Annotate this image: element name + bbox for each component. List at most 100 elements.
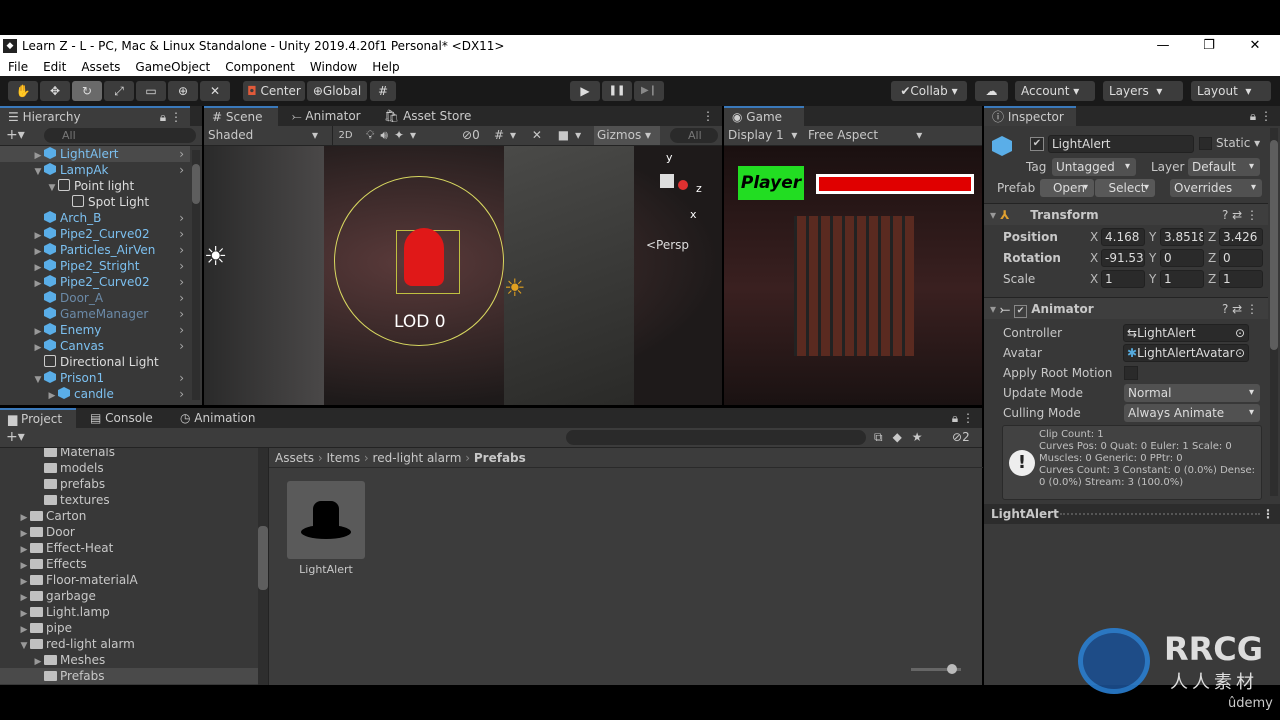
tab-asset-store[interactable]: 🛍︎ Asset Store [376, 106, 479, 126]
add-button[interactable]: +▾ [6, 126, 25, 144]
hierarchy-item[interactable]: Spot Light [0, 194, 190, 210]
hierarchy-item[interactable]: ▶ Canvas › [0, 338, 190, 354]
open-prefab-chevron-icon[interactable]: › [179, 338, 184, 354]
filter-icons[interactable]: ⧉◆★ [874, 428, 933, 447]
step-button[interactable]: ▶❙ [634, 81, 664, 101]
transform-tool-icon[interactable]: ⊕ [168, 81, 198, 101]
tab-scene[interactable]: # Scene [204, 106, 278, 126]
foldout-arrow-icon[interactable]: ▶ [32, 260, 44, 274]
rotation-z-input[interactable]: 0 [1219, 249, 1263, 267]
foldout-arrow-icon[interactable]: ▶ [32, 324, 44, 338]
hierarchy-item[interactable]: ▶ Pipe2_Stright › [0, 258, 190, 274]
component-menu-icons[interactable]: ? ⇄ ⋮ [1222, 204, 1258, 226]
folder-item[interactable]: ▶ Effect-Heat [0, 540, 258, 556]
more-menu-icon[interactable]: ⋮ [1262, 504, 1274, 524]
menu-window[interactable]: Window [302, 60, 364, 74]
custom-tool-icon[interactable]: ✕ [200, 81, 230, 101]
breadcrumb-items[interactable]: Items [327, 451, 361, 465]
rotate-tool-icon[interactable]: ↻ [72, 81, 102, 101]
rotation-x-input[interactable]: -91.53 [1101, 249, 1145, 267]
hierarchy-item[interactable]: Directional Light [0, 354, 190, 370]
cloud-icon[interactable]: ☁ [975, 81, 1008, 101]
folder-item[interactable]: ▶ garbage [0, 588, 258, 604]
tab-console[interactable]: ▤ Console [82, 408, 161, 428]
move-tool-icon[interactable]: ✥ [40, 81, 70, 101]
perspective-label[interactable]: <Persp [646, 238, 689, 252]
hierarchy-item[interactable]: ▶ Pipe2_Curve02 › [0, 274, 190, 290]
scene-viewport[interactable]: LOD 0 ☀ ☀ y z x <Persp [204, 146, 722, 405]
pause-button[interactable]: ❚❚ [602, 81, 632, 101]
transform-header[interactable]: ▾ ⅄ Transform? ⇄ ⋮ [984, 203, 1268, 225]
object-picker-icon[interactable]: ⊙ [1235, 325, 1245, 341]
asset-lightalert[interactable]: LightAlert [287, 481, 365, 581]
folder-item[interactable]: ▶ Door [0, 524, 258, 540]
play-button[interactable]: ▶ [570, 81, 600, 101]
close-button[interactable]: ✕ [1232, 35, 1278, 57]
scale-tool-icon[interactable]: ⤢ [104, 81, 134, 101]
open-prefab-chevron-icon[interactable]: › [179, 274, 184, 290]
position-z-input[interactable]: 3.426 [1219, 228, 1263, 246]
open-prefab-chevron-icon[interactable]: › [179, 370, 184, 386]
open-prefab-chevron-icon[interactable]: › [179, 146, 184, 162]
folder-item[interactable]: ▼ red-light alarm [0, 636, 258, 652]
object-name-input[interactable]: LightAlert [1048, 135, 1194, 153]
tab-inspector[interactable]: ⓘ Inspector [984, 106, 1076, 126]
menu-component[interactable]: Component [217, 60, 302, 74]
tree-scrollbar[interactable] [258, 448, 268, 685]
pivot-center-button[interactable]: ◘ Center [243, 81, 305, 101]
static-dropdown[interactable]: Static ▾ [1216, 136, 1260, 150]
menu-help[interactable]: Help [364, 60, 406, 74]
hierarchy-item[interactable]: ▼ Point light [0, 178, 190, 194]
aspect-dropdown[interactable]: Free Aspect ▾ [808, 126, 922, 145]
update-mode-dropdown[interactable]: Normal [1124, 384, 1260, 402]
pivot-global-button[interactable]: ⊕Global [307, 81, 367, 101]
hidden-objects-toggle[interactable]: ⊘0 [462, 126, 480, 145]
foldout-arrow-icon[interactable]: ▶ [32, 148, 44, 162]
create-button[interactable]: +▾ [6, 428, 25, 446]
scene-search-input[interactable]: All [670, 128, 718, 143]
icon-size-slider[interactable] [911, 664, 961, 674]
open-prefab-chevron-icon[interactable]: › [179, 162, 184, 178]
scale-x-input[interactable]: 1 [1101, 270, 1145, 288]
menu-file[interactable]: File [0, 60, 35, 74]
foldout-arrow-icon[interactable]: ▶ [32, 228, 44, 242]
breadcrumb-red-light-alarm[interactable]: red-light alarm [373, 451, 462, 465]
folder-item[interactable]: ▶ Effects [0, 556, 258, 572]
folder-item[interactable]: ▶ Light.lamp [0, 604, 258, 620]
hierarchy-item[interactable]: ▶ Pipe2_Curve02 › [0, 226, 190, 242]
display-dropdown[interactable]: Display 1 ▾ [728, 126, 797, 145]
hierarchy-item[interactable]: GameManager › [0, 306, 190, 322]
animator-header[interactable]: ▾ ⤚ ✔ Animator? ⇄ ⋮ [984, 297, 1268, 319]
open-prefab-chevron-icon[interactable]: › [179, 210, 184, 226]
scale-y-input[interactable]: 1 [1160, 270, 1204, 288]
avatar-field[interactable]: ✱LightAlertAvatar ⊙ [1123, 344, 1249, 362]
breadcrumb-prefabs[interactable]: Prefabs [474, 451, 526, 465]
game-viewport[interactable]: Player [724, 146, 982, 405]
hierarchy-item[interactable]: Door_A › [0, 290, 190, 306]
layers-dropdown[interactable]: Layers ▾ [1103, 81, 1183, 101]
tab-project[interactable]: ▆ Project [0, 408, 76, 428]
scale-z-input[interactable]: 1 [1219, 270, 1263, 288]
foldout-arrow-icon[interactable]: ▼ [32, 164, 44, 178]
more-menu-icon[interactable]: ⋮ [694, 106, 722, 126]
hierarchy-item[interactable]: ▼ LampAk › [0, 162, 190, 178]
open-prefab-chevron-icon[interactable]: › [179, 290, 184, 306]
animator-enabled-checkbox[interactable]: ✔ [1014, 305, 1028, 318]
hand-tool-icon[interactable]: ✋ [8, 81, 38, 101]
hierarchy-item[interactable]: ▼ Prison1 › [0, 370, 190, 386]
folder-item[interactable]: textures [0, 492, 258, 508]
open-prefab-chevron-icon[interactable]: › [179, 386, 184, 402]
rotation-y-input[interactable]: 0 [1160, 249, 1204, 267]
tab-game[interactable]: ◉ Game [724, 106, 804, 126]
static-checkbox[interactable] [1199, 137, 1212, 150]
component-menu-icons[interactable]: ? ⇄ ⋮ [1222, 298, 1258, 320]
tab-hierarchy[interactable]: ☰ Hierarchy 🔒︎ ⋮ [0, 106, 190, 126]
open-prefab-chevron-icon[interactable]: › [179, 258, 184, 274]
folder-item[interactable]: prefabs [0, 476, 258, 492]
2d-toggle[interactable]: 2D [332, 126, 358, 145]
layer-dropdown[interactable]: Default [1188, 158, 1260, 176]
hierarchy-item[interactable]: Arch_B › [0, 210, 190, 226]
folder-item[interactable]: Materials [0, 448, 258, 460]
prefab-select-button[interactable]: Select [1095, 179, 1155, 197]
hierarchy-item[interactable]: ▶ candle › [0, 386, 190, 402]
